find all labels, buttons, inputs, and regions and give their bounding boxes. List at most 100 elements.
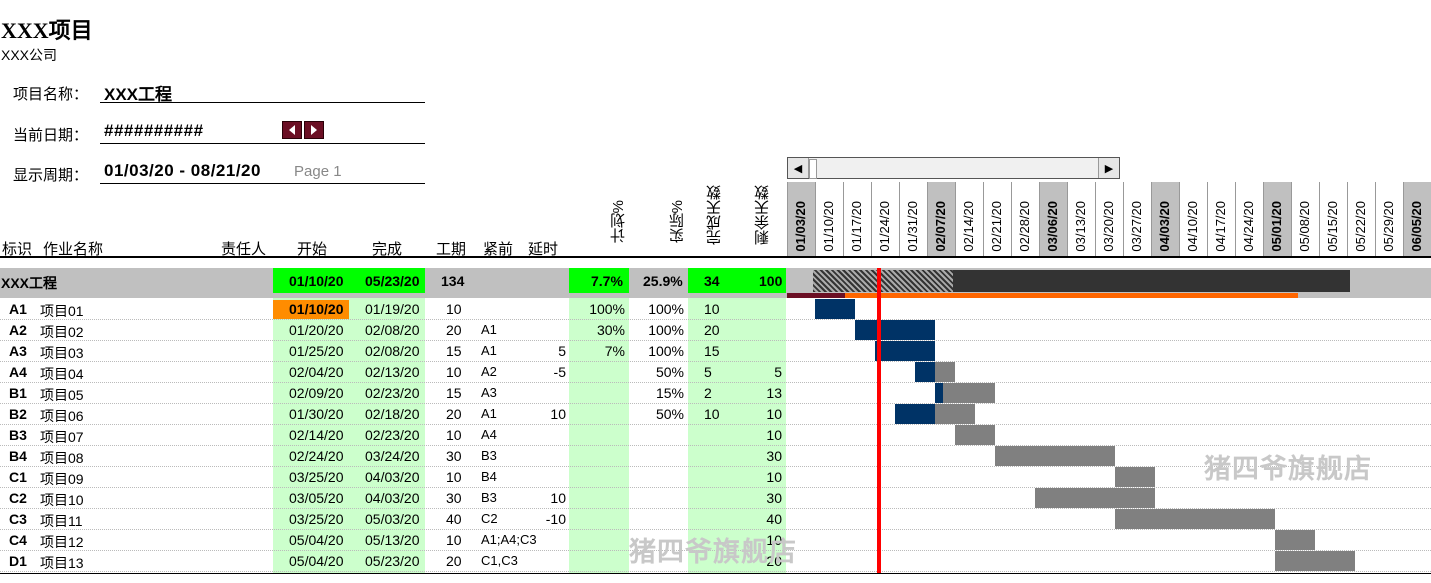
timeline-date-label: 02/21/20 <box>989 201 1004 252</box>
task-predecessor: C2 <box>481 511 498 526</box>
scroll-thumb[interactable] <box>809 159 817 179</box>
task-id: B2 <box>9 406 27 422</box>
header-divider <box>0 256 1431 258</box>
timeline-date-column: 03/06/20 <box>1039 182 1067 256</box>
timeline-date-column: 03/27/20 <box>1123 182 1151 256</box>
current-date-value[interactable]: ########## <box>104 121 204 141</box>
timeline-date-label: 05/15/20 <box>1325 201 1340 252</box>
gantt-bar-completed <box>895 404 935 424</box>
timeline-date-column: 02/14/20 <box>955 182 983 256</box>
task-actual-pct: 100% <box>648 343 684 359</box>
task-predecessor: B3 <box>481 490 497 505</box>
task-start: 03/25/20 <box>289 469 344 485</box>
task-start: 03/25/20 <box>289 511 344 527</box>
task-id: B4 <box>9 448 27 464</box>
task-actual-pct: 50% <box>655 406 684 422</box>
task-days-done: 10 <box>704 406 720 422</box>
gantt-bar-remaining <box>935 404 975 424</box>
task-name: 项目10 <box>40 492 84 508</box>
task-start: 01/20/20 <box>289 322 344 338</box>
task-actual-pct: 100% <box>648 301 684 317</box>
triangle-left-icon <box>289 125 295 135</box>
task-predecessor: A3 <box>481 385 497 400</box>
timeline-date-label: 01/24/20 <box>877 201 892 252</box>
table-row[interactable] <box>0 362 1431 383</box>
task-name: 项目07 <box>40 429 84 445</box>
task-predecessor: A1 <box>481 406 497 421</box>
timeline-date-label: 05/29/20 <box>1381 201 1396 252</box>
summary-duration: 134 <box>441 273 465 289</box>
summary-plan-pct: 7.7% <box>591 273 623 289</box>
task-finish: 02/13/20 <box>365 364 420 380</box>
summary-done-bar <box>813 270 953 292</box>
task-duration: 10 <box>446 301 462 317</box>
timeline-date-label: 03/06/20 <box>1045 201 1060 252</box>
timeline-date-column: 05/15/20 <box>1319 182 1347 256</box>
watermark-text: 猪四爷旗舰店 <box>1204 454 1372 484</box>
col-header-actual-pct: 实际% <box>669 200 686 244</box>
next-date-button[interactable] <box>304 121 324 139</box>
col-header-days-done-wrap: 完成天数 <box>704 185 725 255</box>
task-name: 项目12 <box>40 534 84 550</box>
task-duration: 10 <box>446 532 462 548</box>
task-name: 项目01 <box>40 303 84 319</box>
timeline-date-label: 01/10/20 <box>821 201 836 252</box>
timeline-date-label: 04/17/20 <box>1213 201 1228 252</box>
task-name: 项目04 <box>40 366 84 382</box>
task-plan-pct: 7% <box>604 343 625 359</box>
task-days-left: 10 <box>766 427 782 443</box>
page-indicator: Page 1 <box>294 163 342 180</box>
scroll-left-button[interactable]: ◀ <box>788 158 809 178</box>
timeline-date-column: 01/10/20 <box>815 182 843 256</box>
task-id: A1 <box>9 301 27 317</box>
table-row[interactable] <box>0 383 1431 404</box>
summary-baseline-bar <box>845 293 1298 298</box>
task-finish: 02/18/20 <box>365 406 420 422</box>
timeline-date-column: 02/07/20 <box>927 182 955 256</box>
table-row[interactable] <box>0 488 1431 509</box>
task-days-left: 13 <box>766 385 782 401</box>
task-name: 项目05 <box>40 387 84 403</box>
task-days-left: 10 <box>766 469 782 485</box>
scroll-right-button[interactable]: ▶ <box>1098 158 1119 178</box>
timeline-date-column: 05/22/20 <box>1347 182 1375 256</box>
timeline-date-column: 04/24/20 <box>1235 182 1263 256</box>
table-row[interactable] <box>0 425 1431 446</box>
task-name: 项目13 <box>40 555 84 571</box>
task-delay: 5 <box>558 343 566 359</box>
task-name: 项目06 <box>40 408 84 424</box>
task-delay: -5 <box>553 364 566 380</box>
timeline-date-label: 02/28/20 <box>1017 201 1032 252</box>
triangle-right-icon <box>311 125 317 135</box>
task-days-left: 30 <box>766 448 782 464</box>
gantt-bar-remaining <box>935 362 955 382</box>
task-id: C4 <box>9 532 27 548</box>
timeline-date-column: 03/20/20 <box>1095 182 1123 256</box>
task-duration: 15 <box>446 343 462 359</box>
task-finish: 01/19/20 <box>365 301 420 317</box>
timeline-date-label: 05/08/20 <box>1297 201 1312 252</box>
col-header-plan-pct: 计划% <box>610 200 627 244</box>
timeline-date-label: 02/14/20 <box>961 201 976 252</box>
timeline-date-column: 01/03/20 <box>787 182 815 256</box>
gantt-bar-remaining <box>943 383 995 403</box>
task-predecessor: A1 <box>481 322 497 337</box>
task-predecessor: C1,C3 <box>481 553 518 568</box>
task-delay: 10 <box>550 490 566 506</box>
timeline-date-column: 05/01/20 <box>1263 182 1291 256</box>
task-days-left: 30 <box>766 490 782 506</box>
task-id: A3 <box>9 343 27 359</box>
task-start: 01/10/20 <box>289 301 344 317</box>
prev-date-button[interactable] <box>282 121 302 139</box>
task-duration: 20 <box>446 406 462 422</box>
task-name: 项目02 <box>40 324 84 340</box>
summary-finish: 05/23/20 <box>365 273 420 289</box>
timeline-date-label: 03/20/20 <box>1101 201 1116 252</box>
timeline-scrollbar[interactable]: ◀ ▶ <box>787 157 1120 179</box>
gantt-bar-completed <box>855 320 935 340</box>
task-predecessor: A1;A4;C3 <box>481 532 537 547</box>
task-finish: 02/23/20 <box>365 385 420 401</box>
timeline-date-label: 04/24/20 <box>1241 201 1256 252</box>
timeline-date-column: 04/10/20 <box>1179 182 1207 256</box>
timeline-date-column: 02/21/20 <box>983 182 1011 256</box>
